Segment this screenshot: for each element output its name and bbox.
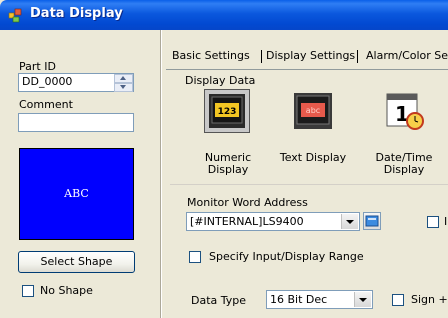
date-time-display-icon: 1: [386, 93, 424, 130]
spin-down-button[interactable]: [114, 83, 133, 92]
comment-field[interactable]: [18, 113, 134, 132]
data-type-combo[interactable]: 16 Bit Dec: [266, 290, 373, 309]
no-shape-checkbox[interactable]: [22, 285, 34, 297]
part-id-spinner[interactable]: [114, 74, 133, 92]
tab-alarm-color[interactable]: Alarm/Color Set: [366, 49, 448, 62]
monitor-address-dropdown-button[interactable]: [341, 214, 358, 229]
text-display-option[interactable]: abc: [290, 89, 336, 133]
preview-text: ABC: [64, 187, 89, 200]
data-type-label: Data Type: [191, 294, 247, 307]
shape-preview: ABC: [19, 148, 134, 240]
keypad-icon: [365, 215, 379, 227]
chevron-down-icon: [120, 85, 126, 89]
chevron-down-icon: [359, 298, 367, 302]
tab-separator: [261, 50, 262, 63]
section-divider: [170, 184, 448, 185]
monitor-address-value: [#INTERNAL]LS9400: [190, 215, 304, 228]
date-time-display-caption: Date/Time Display: [375, 151, 433, 176]
text-display-caption: Text Display: [279, 151, 347, 164]
select-shape-button[interactable]: Select Shape: [18, 251, 135, 273]
no-shape-label: No Shape: [40, 284, 93, 297]
data-display-app-icon: [8, 8, 22, 23]
tab-strip-underline: [166, 69, 448, 70]
data-display-window: Data Display Part ID DD_0000 Comment ABC…: [0, 0, 448, 318]
svg-text:abc: abc: [306, 106, 320, 115]
specify-range-checkbox[interactable]: [189, 251, 201, 263]
chevron-down-icon: [346, 220, 354, 224]
title-bar[interactable]: Data Display: [0, 0, 448, 30]
address-input-button[interactable]: [363, 212, 381, 230]
specify-range-label: Specify Input/Display Range: [209, 250, 364, 263]
tab-separator: [357, 50, 358, 63]
panel-divider-highlight: [161, 30, 162, 318]
text-display-icon: abc: [294, 93, 332, 129]
numeric-display-caption: Numeric Display: [204, 151, 252, 176]
numeric-display-option[interactable]: 123: [204, 89, 250, 133]
monitor-address-combo[interactable]: [#INTERNAL]LS9400: [186, 212, 360, 231]
monitor-extra-checkbox[interactable]: [427, 216, 439, 228]
numeric-display-icon: 123: [209, 94, 245, 128]
window-title: Data Display: [30, 6, 123, 21]
svg-text:123: 123: [218, 107, 237, 117]
date-time-display-option[interactable]: 1: [381, 89, 427, 133]
sign-checkbox[interactable]: [392, 294, 404, 306]
data-type-dropdown-button[interactable]: [354, 292, 371, 307]
tab-basic-settings[interactable]: Basic Settings: [172, 49, 250, 62]
data-type-value: 16 Bit Dec: [270, 293, 328, 306]
comment-label: Comment: [19, 98, 73, 111]
tab-display-settings[interactable]: Display Settings: [266, 49, 355, 62]
spin-up-button[interactable]: [114, 74, 133, 83]
sign-label: Sign +: [411, 293, 448, 306]
chevron-up-icon: [120, 76, 126, 80]
part-id-label: Part ID: [19, 60, 56, 73]
part-id-value: DD_0000: [22, 75, 73, 88]
display-data-title: Display Data: [185, 74, 256, 87]
monitor-extra-label: I: [444, 215, 448, 228]
monitor-address-label: Monitor Word Address: [187, 196, 308, 209]
select-shape-label: Select Shape: [40, 255, 113, 268]
